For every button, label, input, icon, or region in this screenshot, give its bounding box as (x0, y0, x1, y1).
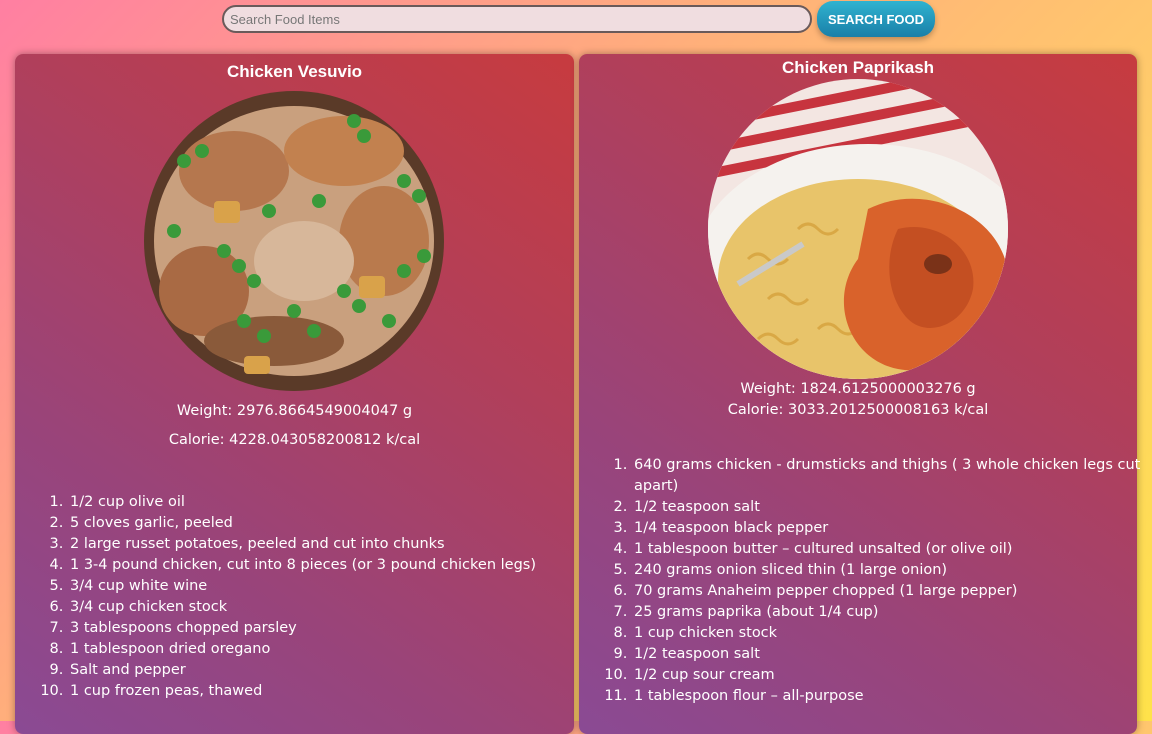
recipe-weight: Weight: 2976.8664549004047 g (176, 403, 413, 419)
ingredient-item: 25 grams paprika (about 1/4 cup) (632, 602, 1152, 623)
ingredient-item: 1 tablespoon butter – cultured unsalted … (632, 539, 1152, 560)
ingredient-item: 1/4 teaspoon black pepper (632, 518, 1152, 539)
ingredient-item: 3/4 cup white wine (68, 576, 588, 597)
recipe-card-chicken-paprikash: Chicken Paprikash Weight: 1824.612500000… (579, 54, 1140, 734)
ingredient-item: 1 cup chicken stock (632, 623, 1152, 644)
recipe-calorie: Calorie: 3033.2012500008163 k/cal (727, 402, 989, 418)
ingredient-item: 1 3-4 pound chicken, cut into 8 pieces (… (68, 555, 588, 576)
ingredient-item: Salt and pepper (68, 660, 588, 681)
ingredient-item: 1/2 teaspoon salt (632, 644, 1152, 665)
ingredient-item: 1 tablespoon dried oregano (68, 639, 588, 660)
ingredient-item: 1 cup frozen peas, thawed (68, 681, 588, 702)
chicken-vesuvio-photo (144, 91, 444, 391)
search-bar: SEARCH FOOD (0, 0, 1152, 52)
ingredient-item: 3/4 cup chicken stock (68, 597, 588, 618)
chicken-paprikash-photo (708, 79, 1008, 379)
ingredient-item: 1/2 cup sour cream (632, 665, 1152, 686)
recipe-image (708, 79, 1008, 379)
ingredient-item: 5 cloves garlic, peeled (68, 513, 588, 534)
ingredient-item: 640 grams chicken - drumsticks and thigh… (632, 455, 1152, 497)
ingredient-list: 1/2 cup olive oil 5 cloves garlic, peele… (30, 492, 588, 702)
ingredient-item: 1/2 teaspoon salt (632, 497, 1152, 518)
search-input[interactable] (222, 5, 812, 33)
ingredient-list: 640 grams chicken - drumsticks and thigh… (594, 455, 1152, 707)
recipe-image (144, 91, 444, 391)
ingredient-item: 3 tablespoons chopped parsley (68, 618, 588, 639)
recipe-title: Chicken Vesuvio (226, 62, 363, 81)
ingredient-item: 1/2 cup olive oil (68, 492, 588, 513)
recipe-weight: Weight: 1824.6125000003276 g (740, 381, 976, 397)
ingredient-item: 70 grams Anaheim pepper chopped (1 large… (632, 581, 1152, 602)
ingredient-item: 1 tablespoon flour – all-purpose (632, 686, 1152, 707)
ingredient-item: 2 large russet potatoes, peeled and cut … (68, 534, 588, 555)
ingredient-item: 240 grams onion sliced thin (1 large oni… (632, 560, 1152, 581)
recipe-calorie: Calorie: 4228.043058200812 k/cal (168, 432, 421, 448)
recipe-title: Chicken Paprikash (781, 58, 935, 77)
recipe-card-chicken-vesuvio: Chicken Vesuvio Weight: 2976.86645490040… (15, 54, 574, 734)
search-food-button[interactable]: SEARCH FOOD (817, 1, 935, 37)
